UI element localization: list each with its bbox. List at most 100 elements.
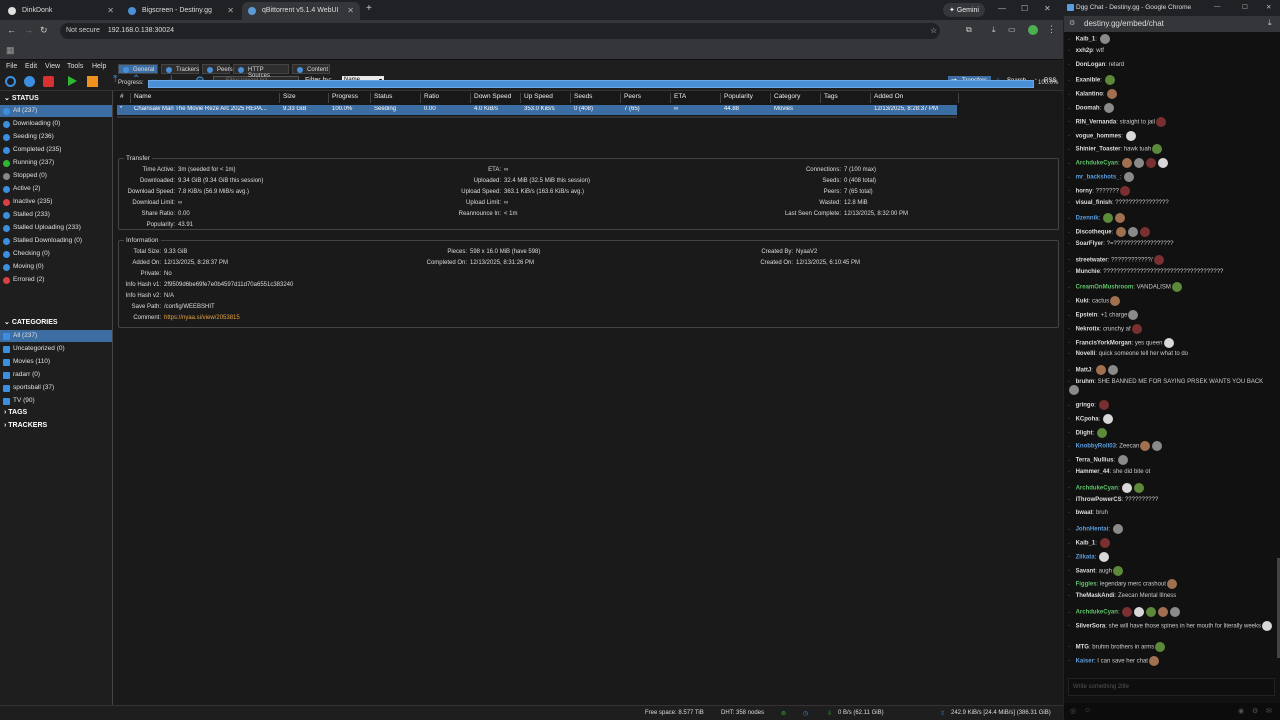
back-arrow-icon[interactable]: ← bbox=[7, 25, 16, 35]
column-header[interactable]: Up Speed bbox=[521, 93, 571, 103]
chat-username[interactable]: streetwater bbox=[1076, 257, 1108, 263]
speed-limit-icon[interactable]: ◷ bbox=[803, 710, 808, 717]
category-filter-item[interactable]: sportsball (37) bbox=[0, 382, 112, 394]
chat-username[interactable]: MTG bbox=[1076, 644, 1089, 650]
details-tab[interactable]: Content bbox=[292, 64, 330, 74]
chat-username[interactable]: RIN_Vernanda bbox=[1076, 119, 1117, 125]
address-bar[interactable]: Not secure 192.168.0.138:30024 ☆ bbox=[60, 23, 940, 39]
minimize-icon[interactable]: — bbox=[1214, 3, 1221, 10]
chat-username[interactable]: Shinier_Toaster bbox=[1076, 147, 1121, 153]
column-header[interactable]: Seeds bbox=[571, 93, 621, 103]
status-filter-item[interactable]: Inactive (235) bbox=[0, 196, 112, 208]
column-header[interactable]: Popularity bbox=[721, 93, 771, 103]
table-row[interactable]: * Chainsaw Man The Movie Reze Arc 2025 RE… bbox=[117, 105, 957, 115]
menu-help[interactable]: Help bbox=[92, 63, 106, 70]
status-filter-item[interactable]: Downloading (0) bbox=[0, 118, 112, 130]
chat-username[interactable]: iThrowPowerCS bbox=[1076, 497, 1122, 503]
column-header[interactable]: Category bbox=[771, 93, 821, 103]
chat-username[interactable]: Kuki bbox=[1076, 299, 1089, 305]
window-close-icon[interactable]: ✕ bbox=[1044, 4, 1051, 13]
category-filter-item[interactable]: All (237) bbox=[0, 330, 112, 342]
category-filter-item[interactable]: TV (90) bbox=[0, 395, 112, 407]
download-icon[interactable]: ⤓ bbox=[992, 25, 996, 35]
details-tab[interactable]: HTTP Sources bbox=[233, 64, 289, 79]
add-torrent-icon[interactable] bbox=[24, 76, 35, 87]
tags-header[interactable]: › TAGS bbox=[4, 409, 27, 416]
menu-kebab-icon[interactable]: ⋮ bbox=[1047, 24, 1056, 35]
chat-username[interactable]: Savant bbox=[1076, 568, 1096, 574]
chat-url-bar[interactable]: ⚙ destiny.gg/embed/chat ⤓ bbox=[1064, 16, 1280, 32]
chat-username[interactable]: TheMaskAndi bbox=[1076, 593, 1115, 599]
chat-username[interactable]: ArchdukeCyan bbox=[1076, 485, 1118, 491]
new-tab-plus-icon[interactable]: + bbox=[366, 3, 372, 14]
download-icon[interactable]: ⤓ bbox=[1268, 18, 1272, 28]
menu-file[interactable]: File bbox=[6, 63, 17, 70]
chat-username[interactable]: Nekrotix bbox=[1076, 326, 1100, 332]
chat-username[interactable]: bwaat bbox=[1076, 510, 1093, 516]
status-filter-item[interactable]: Stopped (0) bbox=[0, 170, 112, 182]
category-filter-item[interactable]: Movies (110) bbox=[0, 356, 112, 368]
chat-username[interactable]: Dzennik bbox=[1076, 216, 1099, 222]
chat-username[interactable]: FrancisYorkMorgan bbox=[1076, 340, 1132, 346]
status-filter-item[interactable]: Stalled (233) bbox=[0, 209, 112, 221]
status-filter-item[interactable]: Checking (0) bbox=[0, 248, 112, 260]
maximize-icon[interactable]: ☐ bbox=[1242, 3, 1248, 11]
details-tab[interactable]: Peers bbox=[202, 64, 233, 74]
chat-input[interactable]: Write something 2life bbox=[1068, 678, 1275, 696]
chat-username[interactable]: DonLogan bbox=[1076, 62, 1106, 68]
chat-username[interactable]: SilverSora bbox=[1076, 623, 1106, 629]
close-icon[interactable]: ✕ bbox=[227, 6, 234, 15]
tab-bigscreen[interactable]: Bigscreen - Destiny.gg ✕ bbox=[122, 2, 240, 20]
chat-username[interactable]: Munchie bbox=[1076, 269, 1100, 275]
reading-icon[interactable]: ▭ bbox=[1008, 25, 1016, 34]
chat-username[interactable]: Discotheque bbox=[1076, 230, 1112, 236]
emote-icon[interactable]: ☺ bbox=[1084, 707, 1091, 714]
column-header[interactable]: ETA bbox=[671, 93, 721, 103]
minimize-icon[interactable]: — bbox=[998, 4, 1006, 13]
category-filter-item[interactable]: radarr (0) bbox=[0, 369, 112, 381]
details-tab[interactable]: Trackers bbox=[161, 64, 199, 74]
menu-edit[interactable]: Edit bbox=[25, 63, 37, 70]
column-header[interactable]: Down Speed bbox=[471, 93, 521, 103]
forward-arrow-icon[interactable]: → bbox=[24, 25, 33, 35]
chat-username[interactable]: xxh2p bbox=[1076, 48, 1093, 54]
site-info-icon[interactable]: ⚙ bbox=[1069, 19, 1075, 27]
chat-username[interactable]: CreamOnMushroom bbox=[1076, 285, 1134, 291]
column-header[interactable]: # bbox=[117, 93, 131, 103]
gemini-button[interactable]: ✦ Gemini bbox=[943, 3, 985, 17]
whisper-icon[interactable]: ✉ bbox=[1266, 707, 1272, 715]
column-header[interactable]: Progress bbox=[329, 93, 371, 103]
chat-username[interactable]: Zilkata bbox=[1076, 554, 1095, 560]
chat-username[interactable]: Kaiser bbox=[1076, 658, 1094, 664]
chat-username[interactable]: Figgles bbox=[1076, 582, 1097, 588]
column-header[interactable]: Added On bbox=[871, 93, 959, 103]
chat-username[interactable]: Doomah bbox=[1076, 106, 1100, 112]
status-filter-item[interactable]: Stalled Downloading (0) bbox=[0, 235, 112, 247]
status-filter-item[interactable]: Errored (2) bbox=[0, 274, 112, 286]
kv-value[interactable]: https://nyaa.si/view/2053815 bbox=[164, 315, 240, 321]
column-header[interactable]: Tags bbox=[821, 93, 871, 103]
add-link-icon[interactable] bbox=[5, 76, 16, 87]
eye-icon[interactable]: ◉ bbox=[1238, 707, 1244, 715]
window-close-icon[interactable]: ✕ bbox=[1266, 3, 1271, 11]
chat-username[interactable]: MattJ bbox=[1076, 368, 1092, 374]
chat-username[interactable]: vogue_hommes bbox=[1076, 133, 1122, 139]
users-icon[interactable]: ◎ bbox=[1070, 707, 1076, 715]
close-icon[interactable]: ✕ bbox=[107, 6, 114, 15]
column-header[interactable]: Size bbox=[280, 93, 329, 103]
chat-username[interactable]: Epstein bbox=[1076, 313, 1098, 319]
chat-username[interactable]: bruhm bbox=[1076, 379, 1095, 385]
chat-username[interactable]: gringo bbox=[1076, 403, 1095, 409]
chat-username[interactable]: Novelli bbox=[1076, 351, 1096, 357]
gear-icon[interactable]: ⚙ bbox=[1252, 707, 1258, 715]
resume-icon[interactable] bbox=[68, 76, 77, 86]
status-filter-item[interactable]: All (237) bbox=[0, 105, 112, 117]
status-filter-item[interactable]: Completed (235) bbox=[0, 144, 112, 156]
chat-username[interactable]: mr_backshots_ bbox=[1076, 175, 1120, 181]
chat-username[interactable]: visual_finish bbox=[1076, 200, 1112, 206]
connection-status-icon[interactable]: ⊚ bbox=[781, 710, 786, 717]
status-filter-item[interactable]: Running (237) bbox=[0, 157, 112, 169]
details-tab[interactable]: General bbox=[118, 64, 158, 74]
column-header[interactable]: Name bbox=[131, 93, 280, 103]
status-header[interactable]: ⌄ STATUS bbox=[4, 94, 39, 102]
